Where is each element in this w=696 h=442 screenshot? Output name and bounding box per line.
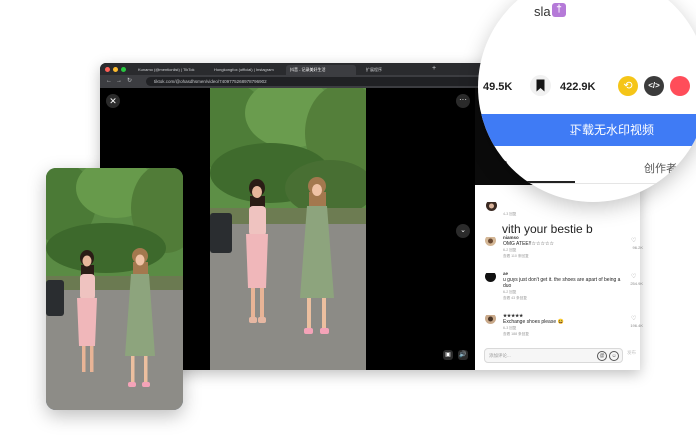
emoji-icon[interactable]: ☺: [609, 351, 619, 361]
view-replies-link[interactable]: 查看 43 条回复: [503, 296, 527, 301]
video-frame[interactable]: [210, 88, 366, 370]
post-button[interactable]: 发布: [627, 350, 636, 356]
close-video-button[interactable]: ✕: [106, 94, 120, 108]
comment-input-placeholder: 添加评论...: [489, 353, 511, 358]
volume-icon[interactable]: 🔊: [458, 350, 468, 360]
view-replies-link[interactable]: 查看 110 条回复: [503, 254, 529, 259]
comment-meta[interactable]: 6-2 回复: [503, 248, 516, 253]
picture-in-picture-button[interactable]: ▣: [443, 350, 453, 360]
tab-divider: [478, 183, 696, 184]
zoom-magnifier: sla † 49.5K 422.9K ⟲ </> ⤓ 下载无水印视频 9528)…: [478, 0, 696, 202]
tab-comments[interactable]: 9528): [480, 160, 508, 172]
browser-tab-active[interactable]: 抖音 - 记录美好生活: [286, 65, 356, 75]
comment-text: OMG ATEE!!☆☆☆☆☆: [503, 241, 554, 247]
back-icon[interactable]: ←: [106, 75, 112, 88]
maximize-window-button[interactable]: [121, 67, 126, 72]
new-tab-button[interactable]: +: [432, 64, 436, 74]
share-button[interactable]: [670, 76, 690, 96]
url-field[interactable]: tiktok.com/@ohasdhsmen/video/74097752689…: [146, 77, 494, 86]
browser-tab-1[interactable]: Kunamo (@mentionlist) | TikTok: [134, 65, 204, 75]
share-count: 49.5K: [483, 81, 513, 93]
window-controls: [105, 67, 126, 72]
browser-tab-2[interactable]: Hongkongfox (official) | Instagram: [210, 65, 280, 75]
more-options-button[interactable]: ···: [456, 94, 470, 108]
comment-username[interactable]: ae: [503, 271, 508, 276]
like-count: 196.4K: [630, 323, 643, 328]
avatar[interactable]: [485, 271, 496, 282]
phone-preview: [46, 168, 183, 410]
comment-meta[interactable]: 6-2 回复: [503, 290, 516, 295]
download-no-watermark-button[interactable]: ⤓ 下载无水印视频: [478, 114, 696, 146]
reload-icon[interactable]: ↻: [127, 75, 132, 88]
embed-button[interactable]: </>: [644, 76, 664, 96]
heart-icon[interactable]: ♡: [631, 315, 636, 322]
mention-icon[interactable]: @: [597, 351, 607, 361]
comment-text: u guys just don't get it. the shoes are …: [503, 277, 621, 289]
comment-meta[interactable]: 4-3 回复: [503, 212, 516, 217]
bookmark-count: 422.9K: [560, 81, 596, 93]
heart-icon[interactable]: ♡: [631, 273, 636, 280]
comment-text: Exchange shoes please 😆: [503, 319, 564, 325]
download-label: 下载无水印视频: [570, 123, 655, 137]
view-replies-link[interactable]: 查看 188 条回复: [503, 332, 529, 337]
bookmark-button[interactable]: [530, 75, 551, 96]
forward-icon[interactable]: →: [116, 75, 122, 88]
close-window-button[interactable]: [105, 67, 110, 72]
like-count: 96.2K: [632, 245, 643, 250]
avatar[interactable]: [485, 313, 496, 324]
phone-video-image: [46, 168, 183, 410]
heart-icon[interactable]: ♡: [631, 237, 636, 244]
verified-badge-icon: †: [552, 3, 566, 17]
video-scene-image: [210, 88, 366, 370]
comment-meta[interactable]: 6-3 回复: [503, 326, 516, 331]
code-icon: </>: [648, 81, 660, 90]
next-video-button[interactable]: ⌄: [456, 224, 470, 238]
avatar[interactable]: [485, 235, 496, 246]
comments-panel: niamso OMG ATEE!!☆☆☆☆☆ 6-2 回复 查看 110 条回复…: [475, 185, 643, 370]
browser-tab-4[interactable]: 扩展程序: [362, 65, 432, 75]
like-count: 254.9K: [630, 281, 643, 286]
repost-button[interactable]: ⟲: [618, 76, 638, 96]
creator-username[interactable]: sla: [534, 4, 551, 19]
repost-icon: ⟲: [623, 80, 633, 92]
comment-text-partial: vith your bestie b: [502, 222, 593, 236]
tab-creator-videos[interactable]: 创作者: [644, 160, 677, 176]
comment-input[interactable]: 添加评论... @ ☺: [484, 348, 623, 363]
minimize-window-button[interactable]: [113, 67, 118, 72]
bookmark-icon: [536, 79, 545, 92]
